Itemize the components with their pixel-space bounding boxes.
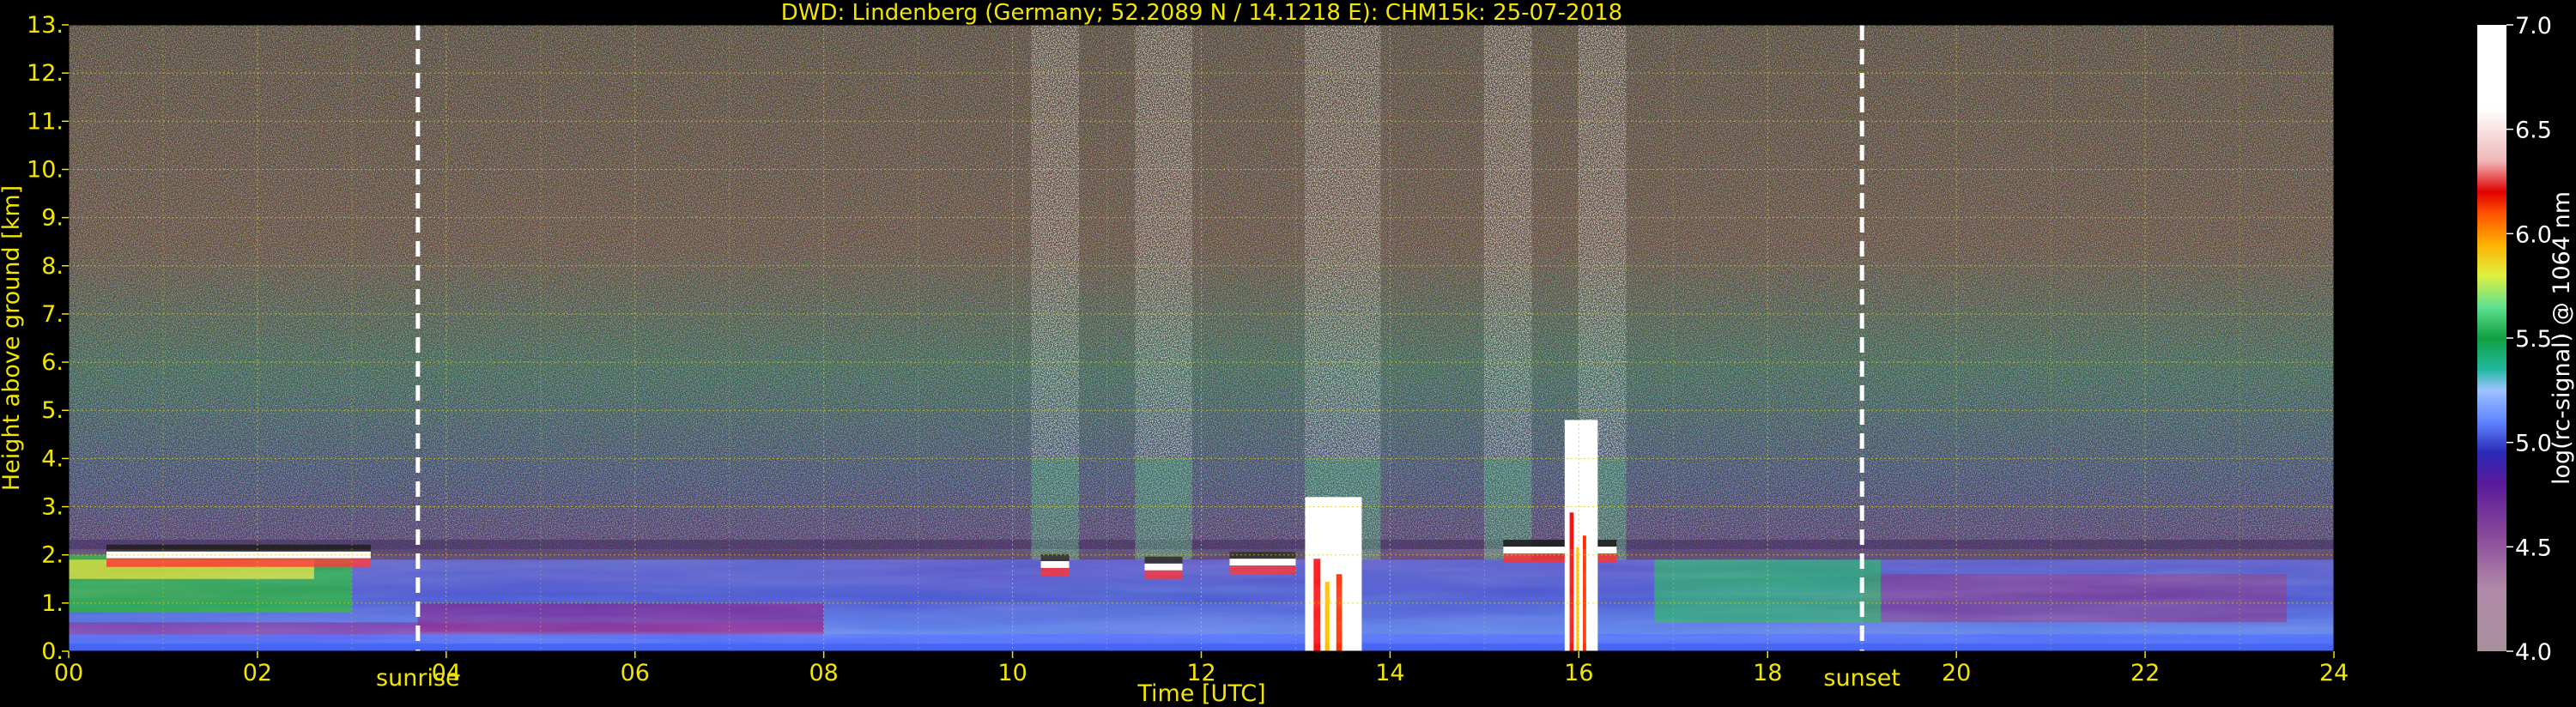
y-tick-label: 7. bbox=[41, 301, 64, 328]
y-tick-label: 0. bbox=[41, 638, 64, 665]
x-tick-label: 10 bbox=[997, 660, 1027, 686]
colorbar-scale bbox=[2477, 25, 2506, 651]
colorbar-tick-label: 6.5 bbox=[2515, 118, 2552, 144]
y-tick-label: 13. bbox=[27, 12, 64, 39]
colorbar-tick-label: 4.0 bbox=[2515, 639, 2552, 666]
colorbar: 4.0 4.5 5.0 5.5 6.0 6.5 7.0 log(rc-signal) @ 1… bbox=[2477, 13, 2575, 666]
y-tick-label: 9. bbox=[41, 205, 64, 232]
colorbar-tick-label: 4.5 bbox=[2515, 535, 2552, 561]
x-tick-label: 18 bbox=[1753, 660, 1782, 686]
colorbar-label: log(rc-signal) @ 1064 nm bbox=[2549, 191, 2575, 485]
y-tick-label: 12. bbox=[27, 60, 64, 87]
cirrus-base bbox=[1135, 458, 1192, 560]
x-tick-label: 02 bbox=[243, 660, 272, 686]
y-tick-label: 5. bbox=[41, 397, 64, 424]
y-axis: 0. 1. 2. 3. 4. 5. 6. 7. 8. 9. 10. 11. 12. 13. bbox=[27, 12, 69, 665]
x-axis-label: Time [UTC] bbox=[1136, 680, 1265, 707]
plot-area bbox=[69, 25, 2334, 651]
colorbar-tick-label: 5.0 bbox=[2515, 431, 2552, 457]
colorbar-ticks: 4.0 4.5 5.0 5.5 6.0 6.5 7.0 bbox=[2506, 13, 2552, 666]
colorbar-tick-label: 7.0 bbox=[2515, 13, 2552, 39]
x-tick-label: 22 bbox=[2131, 660, 2160, 686]
cloud-shadow bbox=[1503, 540, 1617, 547]
ceilometer-figure: DWD: Lindenberg (Germany; 52.2089 N / 14… bbox=[0, 0, 2575, 707]
colorbar-tick-label: 6.0 bbox=[2515, 221, 2552, 248]
colorbar-tick-label: 5.5 bbox=[2515, 326, 2552, 353]
y-axis-label: Height above ground [km] bbox=[0, 185, 25, 491]
y-tick-label: 4. bbox=[41, 445, 64, 472]
x-tick-label: 24 bbox=[2319, 660, 2349, 686]
x-tick-label: 08 bbox=[809, 660, 838, 686]
y-tick-label: 8. bbox=[41, 253, 64, 280]
x-tick-label: 14 bbox=[1375, 660, 1404, 686]
y-tick-label: 10. bbox=[27, 156, 64, 183]
y-tick-label: 3. bbox=[41, 494, 64, 521]
y-tick-label: 2. bbox=[41, 542, 64, 569]
sunset-label: sunset bbox=[1823, 665, 1900, 692]
sunrise-label: sunrise bbox=[376, 665, 460, 692]
y-tick-label: 1. bbox=[41, 590, 64, 617]
y-tick-label: 11. bbox=[27, 108, 64, 135]
cirrus-base bbox=[1031, 458, 1079, 560]
x-tick-label: 16 bbox=[1564, 660, 1593, 686]
x-tick-label: 06 bbox=[621, 660, 650, 686]
chart-title: DWD: Lindenberg (Germany; 52.2089 N / 14… bbox=[781, 0, 1622, 26]
x-tick-label: 20 bbox=[1942, 660, 1971, 686]
y-tick-label: 6. bbox=[41, 349, 64, 376]
